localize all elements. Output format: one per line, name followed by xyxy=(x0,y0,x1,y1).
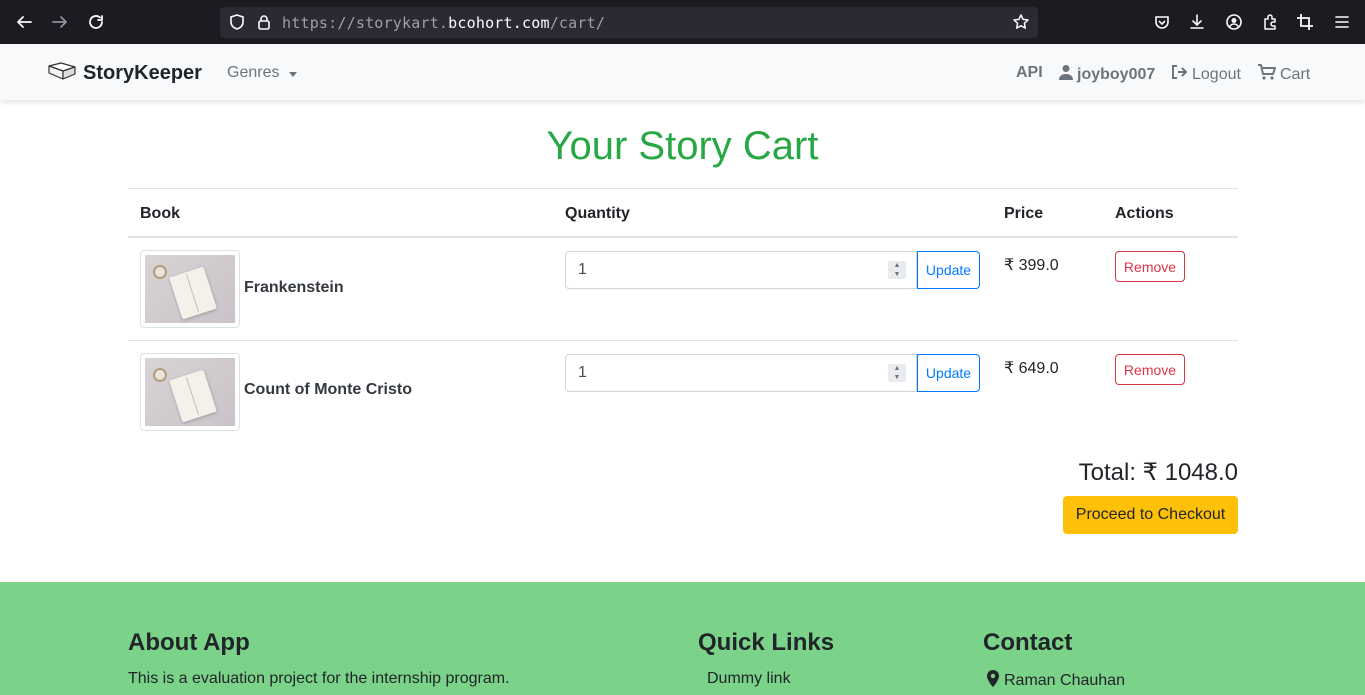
map-marker-icon xyxy=(986,670,1000,692)
site-footer: About App This is a evaluation project f… xyxy=(0,582,1365,695)
book-title: Frankenstein xyxy=(244,279,344,296)
browser-toolbar: https://storykart.bcohort.com/cart/ xyxy=(0,0,1365,44)
quantity-input[interactable]: 1 ▲ ▼ xyxy=(565,354,917,392)
address-bar[interactable]: https://storykart.bcohort.com/cart/ xyxy=(220,7,1038,38)
reload-icon[interactable] xyxy=(86,12,106,32)
url-prefix: https://storykart. xyxy=(282,14,449,32)
book-thumbnail[interactable] xyxy=(140,353,240,431)
account-icon[interactable] xyxy=(1225,13,1243,31)
crop-icon[interactable] xyxy=(1296,13,1314,31)
page-title: Your Story Cart xyxy=(546,124,819,168)
forward-icon[interactable] xyxy=(50,12,70,32)
header-quantity: Quantity xyxy=(565,205,630,222)
cart-total: Total: ₹ 1048.0 xyxy=(1078,459,1238,486)
cart-label: Cart xyxy=(1280,65,1311,83)
about-text: This is a evaluation project for the int… xyxy=(128,670,510,687)
lock-icon[interactable] xyxy=(255,13,273,31)
table-header: Book Quantity Price Actions xyxy=(128,188,1238,238)
site-navbar: StoryKeeper Genres API joyboy007 Logout … xyxy=(0,44,1365,100)
book-cover-image xyxy=(145,255,235,323)
quantity-spinner[interactable]: ▲ ▼ xyxy=(888,364,906,382)
user-link[interactable]: joyboy007 xyxy=(1059,64,1155,85)
about-heading: About App xyxy=(128,629,250,656)
caret-down-icon xyxy=(289,71,298,77)
pocket-icon[interactable] xyxy=(1153,13,1171,31)
update-button[interactable]: Update xyxy=(917,354,980,392)
sign-out-icon xyxy=(1171,64,1188,85)
genres-label: Genres xyxy=(227,64,280,81)
quantity-spinner[interactable]: ▲ ▼ xyxy=(888,261,906,279)
contact-heading: Contact xyxy=(983,629,1073,656)
url-text: https://storykart.bcohort.com/cart/ xyxy=(282,14,605,32)
genres-dropdown[interactable]: Genres xyxy=(227,64,298,82)
checkout-button[interactable]: Proceed to Checkout xyxy=(1063,496,1238,534)
header-price: Price xyxy=(1004,205,1044,222)
book-thumbnail[interactable] xyxy=(140,250,240,328)
header-actions: Actions xyxy=(1115,205,1174,222)
brand-link[interactable]: StoryKeeper xyxy=(47,61,202,86)
contact-name-label: Raman Chauhan xyxy=(1004,672,1125,689)
url-host: bcohort.com xyxy=(448,14,550,32)
cart-table: Book Quantity Price Actions Frankenstein… xyxy=(128,188,1238,444)
dummy-link[interactable]: Dummy link xyxy=(707,670,791,688)
remove-button[interactable]: Remove xyxy=(1115,354,1185,385)
cart-link[interactable]: Cart xyxy=(1257,64,1310,85)
bookmark-star-icon[interactable] xyxy=(1012,13,1030,31)
logout-link[interactable]: Logout xyxy=(1171,64,1241,85)
contact-name: Raman Chauhan xyxy=(986,670,1125,692)
shopping-cart-icon xyxy=(1257,64,1276,85)
url-path: /cart/ xyxy=(549,14,606,32)
download-icon[interactable] xyxy=(1188,13,1206,31)
header-book: Book xyxy=(140,205,180,222)
book-title: Count of Monte Cristo xyxy=(244,381,412,398)
user-icon xyxy=(1059,64,1073,85)
update-button[interactable]: Update xyxy=(917,251,980,289)
book-price: ₹ 399.0 xyxy=(1004,257,1059,274)
quick-links-heading: Quick Links xyxy=(698,629,835,656)
book-price: ₹ 649.0 xyxy=(1004,360,1059,377)
quantity-value: 1 xyxy=(578,364,587,381)
extensions-icon[interactable] xyxy=(1261,13,1279,31)
book-cover-image xyxy=(145,358,235,426)
shield-icon[interactable] xyxy=(228,13,246,31)
username-label: joyboy007 xyxy=(1077,65,1156,83)
table-row: Frankenstein 1 ▲ ▼ Update ₹ 399.0 Remove xyxy=(128,238,1238,341)
quantity-input[interactable]: 1 ▲ ▼ xyxy=(565,251,917,289)
menu-icon[interactable] xyxy=(1333,13,1351,31)
logout-label: Logout xyxy=(1192,65,1241,83)
back-icon[interactable] xyxy=(14,12,34,32)
api-label: API xyxy=(1016,64,1043,81)
brand-name: StoryKeeper xyxy=(83,62,202,84)
remove-button[interactable]: Remove xyxy=(1115,251,1185,282)
api-link[interactable]: API xyxy=(1016,64,1043,82)
book-logo-icon xyxy=(47,61,77,86)
table-row: Count of Monte Cristo 1 ▲ ▼ Update ₹ 649.… xyxy=(128,341,1238,444)
quantity-value: 1 xyxy=(578,261,587,278)
